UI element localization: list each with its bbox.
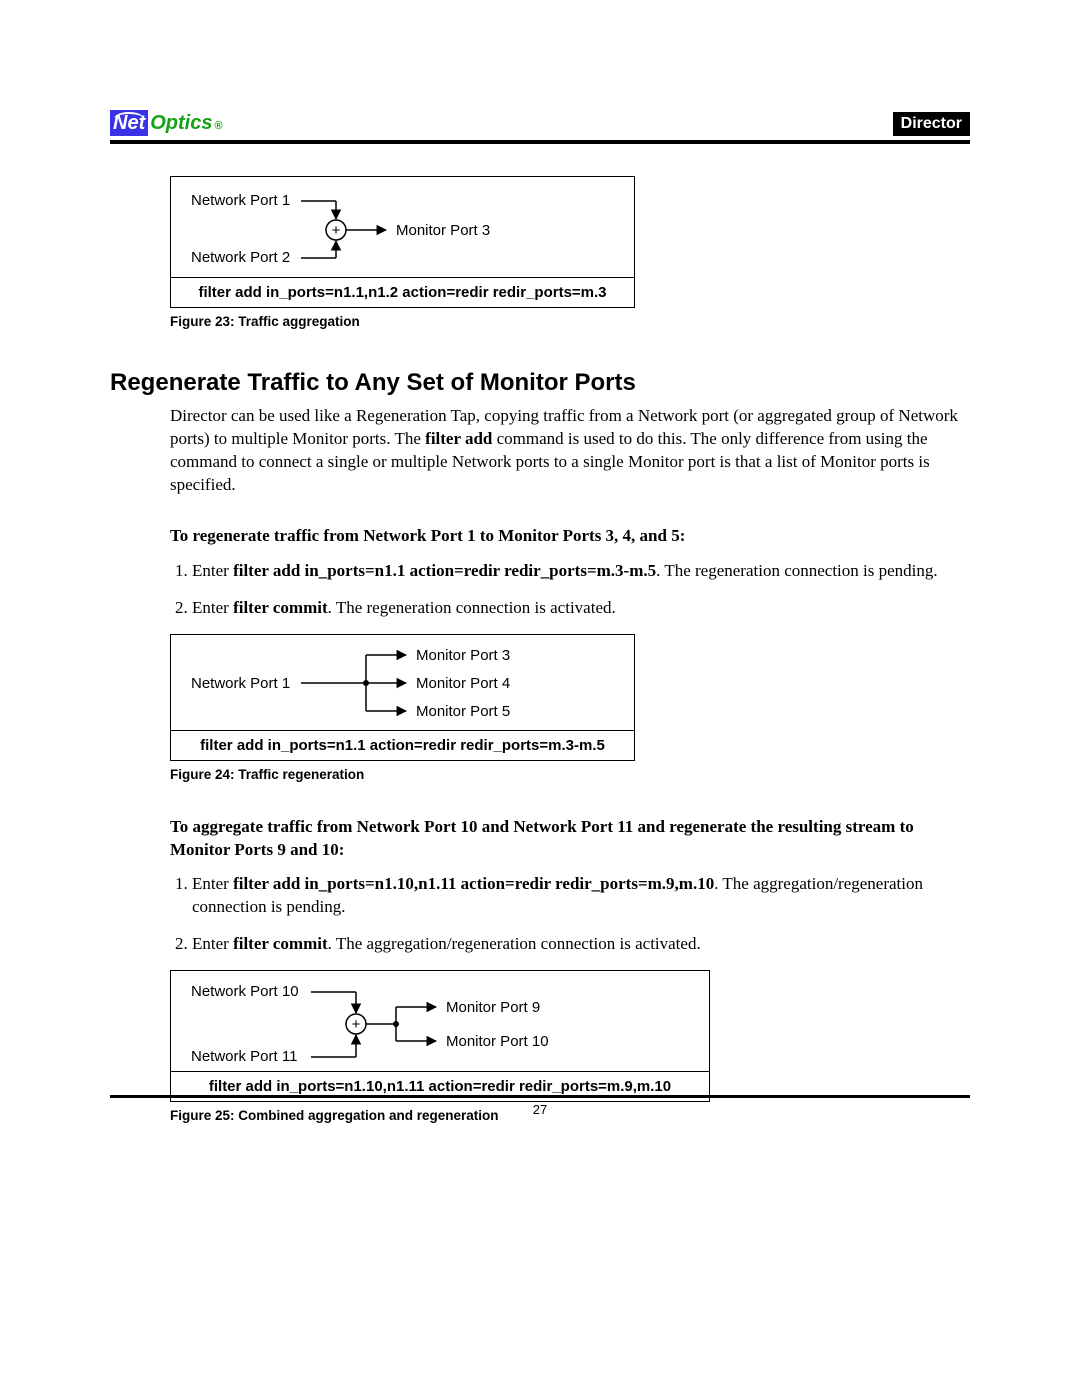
figure-24-frame: Network Port 1 Monitor Port 3 Monitor Po… <box>170 634 635 761</box>
fig23-mp3-label: Monitor Port 3 <box>396 222 490 239</box>
fig23-np1-label: Network Port 1 <box>191 192 290 209</box>
figure-25-frame: Network Port 10 Network Port 11 + Monito… <box>170 970 710 1102</box>
page-header: Net Optics ® Director <box>110 110 970 144</box>
fig23-plus-icon: + <box>332 222 341 239</box>
fig25-np11-label: Network Port 11 <box>191 1048 297 1065</box>
fig24-mp4-label: Monitor Port 4 <box>416 675 510 692</box>
steps-a: Enter filter add in_ports=n1.1 action=re… <box>170 560 970 620</box>
instructions-b-title: To aggregate traffic from Network Port 1… <box>170 816 970 862</box>
fig25-plus-icon: + <box>352 1016 361 1033</box>
fig24-command: filter add in_ports=n1.1 action=redir re… <box>171 730 634 760</box>
logo-registered-mark: ® <box>214 120 222 132</box>
step-a2: Enter filter commit. The regeneration co… <box>192 597 970 620</box>
section-paragraph: Director can be used like a Regeneration… <box>170 405 970 497</box>
fig24-mp5-label: Monitor Port 5 <box>416 703 510 720</box>
logo-net-part: Net <box>110 110 148 136</box>
instructions-b: To aggregate traffic from Network Port 1… <box>170 816 970 957</box>
fig23-np2-label: Network Port 2 <box>191 249 290 266</box>
brand-logo: Net Optics ® <box>110 110 223 136</box>
fig25-mp9-label: Monitor Port 9 <box>446 999 540 1016</box>
logo-optics-part: Optics <box>150 112 212 135</box>
fig25-np10-label: Network Port 10 <box>191 983 299 1000</box>
figure-23-frame: Network Port 1 Network Port 2 + Monitor … <box>170 176 635 308</box>
page-footer: 27 <box>110 1095 970 1117</box>
instructions-a-title: To regenerate traffic from Network Port … <box>170 525 970 548</box>
fig25-mp10-label: Monitor Port 10 <box>446 1033 549 1050</box>
section-heading: Regenerate Traffic to Any Set of Monitor… <box>110 369 970 397</box>
figure-25-diagram: Network Port 10 Network Port 11 + Monito… <box>171 971 709 1071</box>
fig24-np1-label: Network Port 1 <box>191 675 290 692</box>
para1-b: filter add <box>425 429 492 448</box>
figure-24-diagram: Network Port 1 Monitor Port 3 Monitor Po… <box>171 635 634 730</box>
figure-23-caption: Figure 23: Traffic aggregation <box>170 314 970 329</box>
step-b1: Enter filter add in_ports=n1.10,n1.11 ac… <box>192 873 970 919</box>
step-b2: Enter filter commit. The aggregation/reg… <box>192 933 970 956</box>
figure-24-caption: Figure 24: Traffic regeneration <box>170 767 970 782</box>
page-number: 27 <box>110 1102 970 1117</box>
product-badge: Director <box>893 112 970 136</box>
section-body: Director can be used like a Regeneration… <box>170 405 970 620</box>
footer-rule <box>110 1095 970 1098</box>
figure-23-diagram: Network Port 1 Network Port 2 + Monitor … <box>171 177 634 277</box>
fig24-mp3-label: Monitor Port 3 <box>416 647 510 664</box>
steps-b: Enter filter add in_ports=n1.10,n1.11 ac… <box>170 873 970 956</box>
fig23-command: filter add in_ports=n1.1,n1.2 action=red… <box>171 277 634 307</box>
step-a1: Enter filter add in_ports=n1.1 action=re… <box>192 560 970 583</box>
